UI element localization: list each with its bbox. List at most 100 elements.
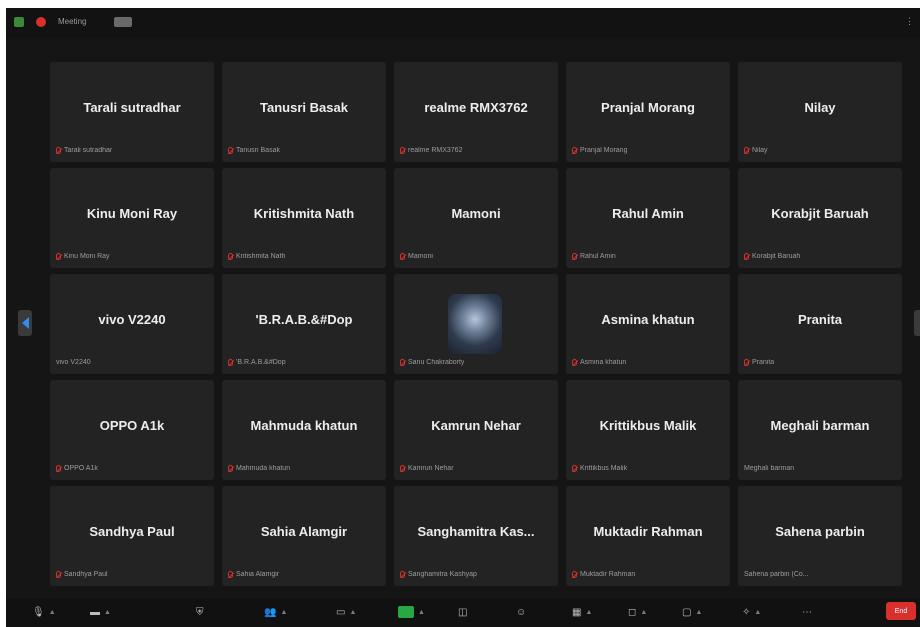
video-button[interactable]: ▬ ▲ xyxy=(90,604,111,620)
record-button[interactable]: ◫ xyxy=(458,604,467,620)
caret-down-icon[interactable]: ▲ xyxy=(280,609,287,616)
participant-caption: Rahul Amin xyxy=(572,253,616,260)
participant-tile[interactable]: Muktadir Rahman Muktadir Rahman xyxy=(566,486,730,586)
shield-icon xyxy=(14,17,24,27)
people-icon: 👥 xyxy=(264,606,277,618)
participant-name: Tanusri Basak xyxy=(260,100,348,115)
participant-tile[interactable]: Asmina khatun Asmina khatun xyxy=(566,274,730,374)
reactions-button[interactable]: ☺ xyxy=(516,604,526,620)
participant-tile[interactable]: Nilay Nilay xyxy=(738,62,902,162)
participant-caption-text: Pranjal Morang xyxy=(580,147,628,154)
participant-caption-text: Sahena parbin (Co... xyxy=(744,571,809,578)
caret-down-icon[interactable]: ▲ xyxy=(754,609,761,616)
participant-caption-text: vivo V2240 xyxy=(56,359,91,366)
caret-down-icon[interactable]: ▲ xyxy=(585,609,592,616)
participant-caption: Sanu Chakraborty xyxy=(400,359,464,366)
participant-tile[interactable]: Meghali barman Meghali barman xyxy=(738,380,902,480)
share-screen-button[interactable]: ▲ xyxy=(398,604,425,620)
chat-button[interactable]: ▭ ▲ xyxy=(336,604,356,620)
participant-name: Sanghamitra Kas... xyxy=(417,524,535,539)
participant-tile[interactable]: Mahmuda khatun Mahmuda khatun xyxy=(222,380,386,480)
chat-icon: ▭ xyxy=(336,606,346,618)
mic-muted-icon xyxy=(400,147,405,154)
caret-down-icon[interactable]: ▲ xyxy=(349,609,356,616)
participant-tile[interactable]: Korabjit Baruah Korabjit Baruah xyxy=(738,168,902,268)
participant-caption-text: OPPO A1k xyxy=(64,465,98,472)
sparkle-icon: ✧ xyxy=(742,606,751,618)
participant-caption-text: realme RMX3762 xyxy=(408,147,463,154)
mic-muted-icon xyxy=(56,571,61,578)
caret-down-icon[interactable]: ▲ xyxy=(640,609,647,616)
mic-muted-icon xyxy=(56,465,61,472)
participant-tile[interactable]: realme RMX3762 realme RMX3762 xyxy=(394,62,558,162)
participant-tile[interactable]: Sandhya Paul Sandhya Paul xyxy=(50,486,214,586)
participant-tile[interactable]: Krittikbus Malik Krittikbus Malik xyxy=(566,380,730,480)
caret-down-icon[interactable]: ▲ xyxy=(695,609,702,616)
participant-name: OPPO A1k xyxy=(99,418,165,433)
participant-caption-text: Sahia Alamgir xyxy=(236,571,280,578)
participant-caption: realme RMX3762 xyxy=(400,147,462,154)
notes-button[interactable]: ▢ ▲ xyxy=(682,604,702,620)
previous-page-button[interactable] xyxy=(18,310,32,336)
participant-name: Kamrun Nehar xyxy=(431,418,521,433)
ai-companion-button[interactable]: ✧ ▲ xyxy=(742,604,761,620)
mic-muted-icon xyxy=(572,147,577,154)
participant-caption: Sandhya Paul xyxy=(56,571,108,578)
participant-name: Nilay xyxy=(804,100,836,115)
security-button[interactable]: ⛨ xyxy=(196,604,204,620)
end-button[interactable]: End xyxy=(886,602,916,620)
notes-icon: ▢ xyxy=(682,606,692,618)
participant-caption-text: Pranita xyxy=(752,359,775,366)
participant-tile[interactable]: Sahia Alamgir Sahia Alamgir xyxy=(222,486,386,586)
participant-tile[interactable]: Sahena parbin Sahena parbin (Co... xyxy=(738,486,902,586)
meeting-info-icon[interactable] xyxy=(36,17,46,27)
view-icon[interactable] xyxy=(114,17,132,27)
participant-tile[interactable]: OPPO A1k OPPO A1k xyxy=(50,380,214,480)
window-title: Meeting xyxy=(58,17,87,26)
shield-icon: ⛨ xyxy=(196,606,204,618)
participant-tile[interactable]: Rahul Amin Rahul Amin xyxy=(566,168,730,268)
participant-caption: Tarali sutradhar xyxy=(56,147,112,154)
participant-tile[interactable]: Pranjal Morang Pranjal Morang xyxy=(566,62,730,162)
participant-tile[interactable]: Sanu Chakraborty xyxy=(394,274,558,374)
participant-tile[interactable]: Kritishmita Nath Kritishmita Nath xyxy=(222,168,386,268)
mic-muted-icon xyxy=(744,147,749,154)
title-bar: Meeting ⋮ xyxy=(6,8,920,38)
record-icon: ◫ xyxy=(458,606,468,618)
participant-caption-text: Kinu Moni Ray xyxy=(64,253,110,260)
participant-tile[interactable]: Mamoni Mamoni xyxy=(394,168,558,268)
more-button[interactable]: ⋯ xyxy=(802,604,812,620)
mute-button[interactable]: 🎙 ▲ xyxy=(32,604,56,620)
more-icon: ⋯ xyxy=(802,606,812,618)
participant-name: Sandhya Paul xyxy=(89,524,175,539)
more-icon[interactable]: ⋮ xyxy=(905,16,914,27)
participant-tile[interactable]: Tarali sutradhar Tarali sutradhar xyxy=(50,62,214,162)
participant-caption: Mahmuda khatun xyxy=(228,465,290,472)
share-screen-icon xyxy=(398,606,414,618)
caret-down-icon[interactable]: ▲ xyxy=(418,609,425,616)
participant-caption: Sahena parbin (Co... xyxy=(744,571,809,578)
participant-tile[interactable]: vivo V2240 vivo V2240 xyxy=(50,274,214,374)
participant-tile[interactable]: Sanghamitra Kas... Sanghamitra Kashyap xyxy=(394,486,558,586)
caret-down-icon[interactable]: ▲ xyxy=(104,609,111,616)
participant-caption-text: Korabjit Baruah xyxy=(752,253,801,260)
participants-button[interactable]: 👥 ▲ xyxy=(264,604,287,620)
participant-caption: Mamoni xyxy=(400,253,433,260)
participant-name: Meghali barman xyxy=(770,418,870,433)
participant-caption-text: Mamoni xyxy=(408,253,433,260)
caret-down-icon[interactable]: ▲ xyxy=(49,609,56,616)
participant-tile[interactable]: 'B.R.A.B.&#Dop 'B.R.A.B.&#Dop xyxy=(222,274,386,374)
apps-icon: ▦ xyxy=(572,606,582,618)
participant-tile[interactable]: Kinu Moni Ray Kinu Moni Ray xyxy=(50,168,214,268)
apps-button[interactable]: ▦ ▲ xyxy=(572,604,592,620)
next-page-button[interactable] xyxy=(914,310,920,336)
participant-tile[interactable]: Tanusri Basak Tanusri Basak xyxy=(222,62,386,162)
participant-tile[interactable]: Kamrun Nehar Kamrun Nehar xyxy=(394,380,558,480)
participant-caption-text: 'B.R.A.B.&#Dop xyxy=(236,359,286,366)
mic-muted-icon xyxy=(400,359,405,366)
participant-tile[interactable]: Pranita Pranita xyxy=(738,274,902,374)
whiteboard-button[interactable]: ◻ ▲ xyxy=(628,604,647,620)
participant-caption-text: Muktadir Rahman xyxy=(580,571,636,578)
participant-caption-text: Tanusri Basak xyxy=(236,147,280,154)
participant-caption: OPPO A1k xyxy=(56,465,98,472)
